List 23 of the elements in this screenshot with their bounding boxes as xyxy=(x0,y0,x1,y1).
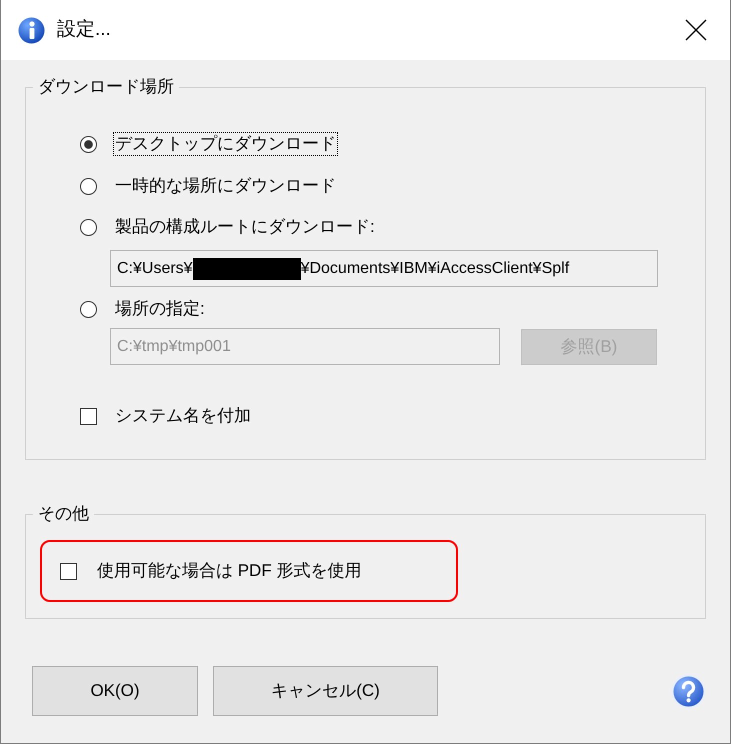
path-field[interactable]: C:¥Users¥ ¥Documents¥IBM¥iAccessClient¥Splf xyxy=(110,250,658,287)
radio-button[interactable] xyxy=(80,300,97,318)
checkbox[interactable] xyxy=(60,562,77,580)
cancel-button[interactable]: キャンセル(C) xyxy=(213,666,438,716)
group-title: その他 xyxy=(33,503,94,525)
radio-label[interactable]: 製品の構成ルートにダウンロード: xyxy=(113,215,377,239)
radio-label[interactable]: 一時的な場所にダウンロード xyxy=(113,174,338,198)
radio-button[interactable] xyxy=(80,136,97,152)
ok-button[interactable]: OK(O) xyxy=(32,666,198,716)
checkbox-label[interactable]: 使用可能な場合は PDF 形式を使用 xyxy=(95,559,364,583)
window-title: 設定... xyxy=(57,18,111,42)
group-title: ダウンロード場所 xyxy=(33,76,179,98)
radio-label[interactable]: デスクトップにダウンロード xyxy=(113,132,338,156)
path-text: ¥Documents¥IBM¥iAccessClient¥Splf xyxy=(300,258,570,278)
app-logo-icon xyxy=(18,16,45,44)
checkbox-label[interactable]: システム名を付加 xyxy=(113,404,253,428)
radio-label[interactable]: 場所の指定: xyxy=(113,297,207,321)
radio-button[interactable] xyxy=(80,218,97,236)
help-icon[interactable] xyxy=(671,674,706,708)
radio-button[interactable] xyxy=(80,178,97,194)
path-text: C:¥Users¥ xyxy=(117,258,193,278)
checkbox[interactable] xyxy=(80,408,97,424)
close-icon xyxy=(685,19,707,41)
